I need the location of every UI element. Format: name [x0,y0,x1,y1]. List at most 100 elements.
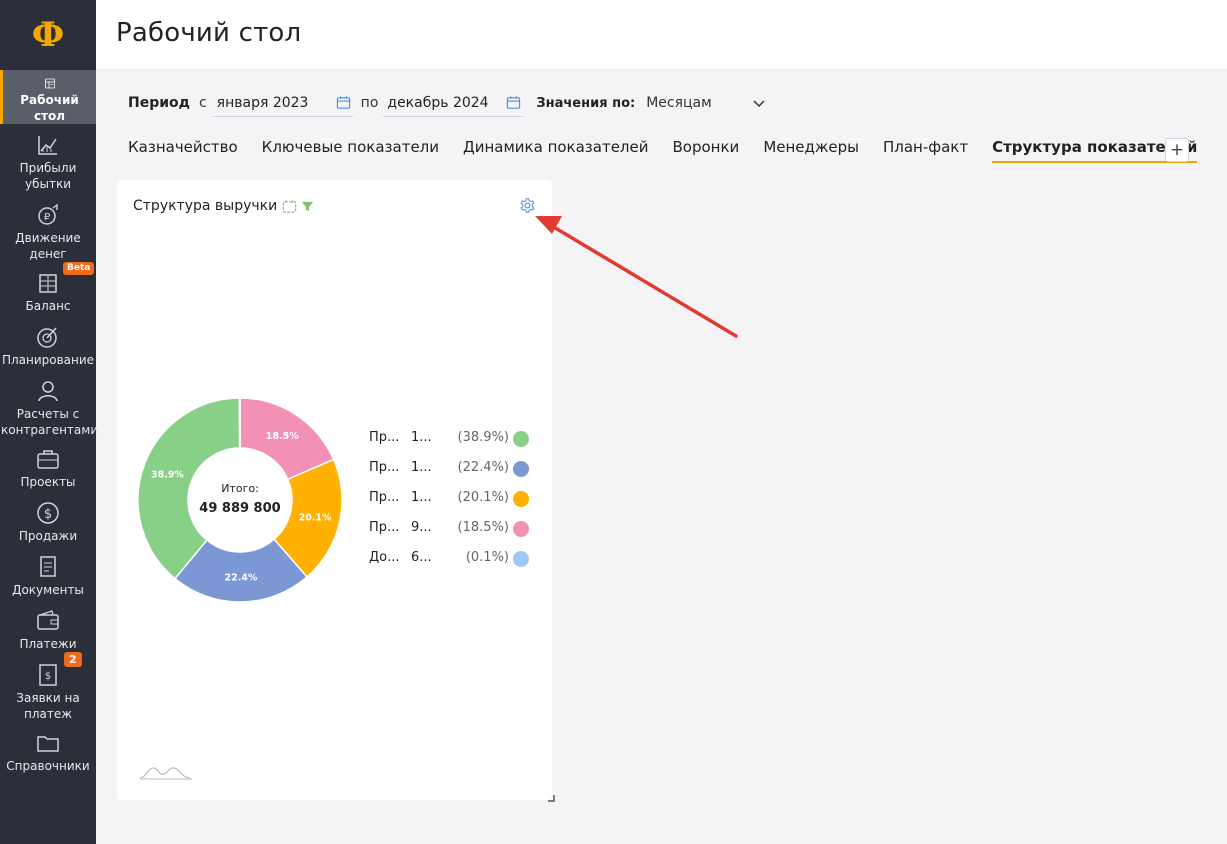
donut-chart: 18.5% 20.1% 22.4% 38.9% Итого: 49 889 800 [137,397,343,603]
wallet-icon [37,610,59,630]
sidebar-item-contractors[interactable]: Расчеты с контрагентами [0,372,99,442]
tab-funnels[interactable]: Воронки [673,138,740,161]
folder-icon [37,736,59,752]
dashboard-icon [44,78,55,89]
sidebar-item-label: Заявки на платеж [16,691,80,721]
sidebar-item-references[interactable]: Справочники [0,728,96,782]
legend-color-dot [513,461,529,477]
legend-name: До... [369,550,400,565]
date-to-value: декабрь 2024 [387,94,489,111]
filter-icon[interactable] [301,200,314,213]
calendar-icon[interactable] [506,95,521,110]
sidebar: Ф Рабочий стол Прибыли убытки ₽ Движение… [0,0,99,844]
beta-badge: Beta [63,262,95,275]
values-label: Значения по: [536,95,636,111]
legend-percent: (20.1%) [457,490,509,505]
legend-percent: (38.9%) [457,430,509,445]
sidebar-item-label: Продажи [18,529,78,543]
date-to-field[interactable]: декабрь 2024 [383,89,524,117]
sidebar-item-sales[interactable]: $ Продажи [0,496,96,550]
contractors-icon [38,381,58,402]
briefcase-icon [37,450,59,469]
filters-bar: Период с января 2023 по декабрь 2024 Зна… [128,88,766,118]
legend-value: 1... [411,460,432,475]
add-tab-button[interactable]: + [1165,138,1189,162]
values-select-value: Месяцам [646,95,712,111]
target-icon [37,327,57,348]
slice-label: 20.1% [299,513,332,524]
sparkline-icon [139,767,192,780]
dollar-icon: $ [37,502,59,524]
date-from-field[interactable]: января 2023 [212,89,353,117]
sidebar-item-label: Рабочий стол [20,93,79,123]
donut-center-value: 49 889 800 [199,501,280,516]
calendar-icon[interactable] [282,199,297,214]
legend-color-dot [513,521,529,537]
sidebar-item-label: Баланс [25,299,71,313]
legend-color-dot [513,431,529,447]
card-title-row: Структура выручки [133,198,314,214]
tab-indicators-dynamics[interactable]: Динамика показателей [463,138,649,161]
plus-icon: + [1169,140,1185,160]
sidebar-item-profit-loss[interactable]: Прибыли убытки [0,124,96,194]
legend-percent: (0.1%) [465,550,509,565]
values-select[interactable]: Месяцам [646,95,766,111]
chart-icon [38,136,57,155]
legend-percent: (18.5%) [457,520,509,535]
logo[interactable]: Ф [0,0,96,70]
sidebar-item-balance[interactable]: Баланс Beta [0,262,96,318]
tabs-bar: Казначейство Ключевые показатели Динамик… [128,138,1221,168]
legend-item[interactable]: Пр... 1... (20.1%) [369,490,529,520]
balance-icon [39,274,57,293]
legend-item[interactable]: До... 6... (0.1%) [369,550,529,580]
chevron-down-icon [753,100,765,108]
documents-icon [40,556,56,577]
header: Рабочий стол [96,0,1227,70]
sidebar-item-label: Расчеты с контрагентами [1,407,99,437]
donut-slice[interactable] [238,397,241,449]
legend-percent: (22.4%) [457,460,509,475]
slice-label: 38.9% [151,470,184,481]
sidebar-item-planning[interactable]: Планирование [0,318,96,372]
card-title: Структура выручки [133,198,278,214]
money-flow-icon: ₽ [38,203,58,225]
tab-key-indicators[interactable]: Ключевые показатели [262,138,439,161]
tab-plan-fact[interactable]: План-факт [883,138,968,161]
resize-handle[interactable] [547,794,555,802]
sidebar-item-documents[interactable]: Документы [0,550,96,604]
legend-name: Пр... [369,430,400,445]
legend-value: 6... [411,550,432,565]
chart-legend: Пр... 1... (38.9%) Пр... 1... (22.4%) Пр… [369,430,529,580]
legend-name: Пр... [369,520,400,535]
calendar-icon[interactable] [336,95,351,110]
sidebar-item-label: Справочники [6,759,90,773]
legend-name: Пр... [369,460,400,475]
to-label: по [360,95,379,111]
sidebar-item-projects[interactable]: Проекты [0,442,96,496]
svg-text:₽: ₽ [44,212,51,223]
revenue-structure-card: Структура выручки 18.5% 20.1% 22.4% 38.9% И… [117,180,555,802]
sidebar-item-dashboard[interactable]: Рабочий стол [0,70,96,124]
svg-text:$: $ [45,671,51,682]
legend-item[interactable]: Пр... 1... (22.4%) [369,460,529,490]
sidebar-item-label: Платежи [19,637,77,651]
from-label: с [198,95,207,111]
legend-item[interactable]: Пр... 9... (18.5%) [369,520,529,550]
legend-value: 9... [411,520,432,535]
legend-item[interactable]: Пр... 1... (38.9%) [369,430,529,460]
sidebar-item-payment-requests[interactable]: $ Заявки на платеж 2 [0,652,96,728]
page-title: Рабочий стол [116,18,302,48]
tab-managers[interactable]: Менеджеры [763,138,859,161]
legend-name: Пр... [369,490,400,505]
gear-icon[interactable] [519,197,536,214]
sidebar-item-payments[interactable]: Платежи [0,604,96,658]
tab-treasury[interactable]: Казначейство [128,138,238,161]
logo-text: Ф [31,15,65,55]
count-badge: 2 [64,652,82,667]
donut-center-label: Итого: [221,482,259,495]
svg-text:$: $ [44,507,52,522]
legend-value: 1... [411,490,432,505]
sidebar-item-label: Документы [12,583,84,597]
sidebar-item-cash-flow[interactable]: ₽ Движение денег [0,194,96,264]
payment-request-icon: $ [39,664,57,686]
